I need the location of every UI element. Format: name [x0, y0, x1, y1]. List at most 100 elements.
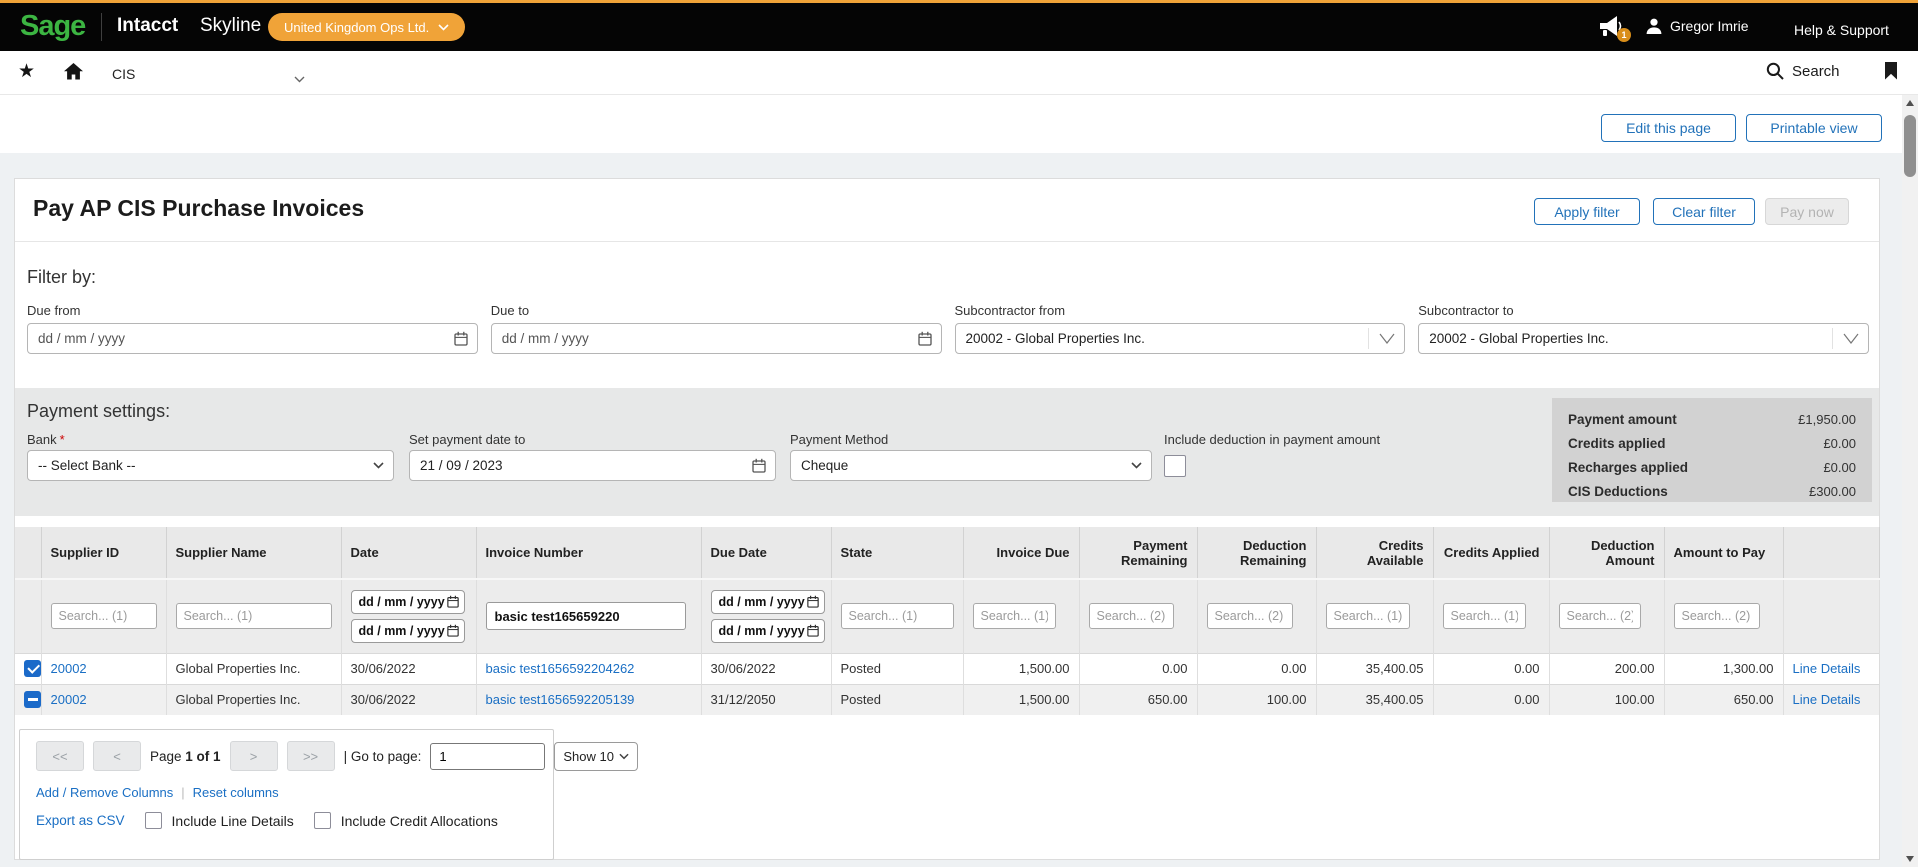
column-header-deduction-remaining[interactable]: Deduction Remaining: [1197, 527, 1316, 579]
due-to-date-input[interactable]: dd / mm / yyyy: [491, 323, 942, 354]
pagination-last-button[interactable]: >>: [287, 741, 335, 771]
filter-input-state[interactable]: [841, 603, 954, 629]
invoice-number-link[interactable]: basic test1656592204262: [486, 661, 635, 676]
bookmark-button[interactable]: [1884, 62, 1898, 85]
column-header-amount-to-pay[interactable]: Amount to Pay: [1664, 527, 1783, 579]
bank-select[interactable]: -- Select Bank --: [27, 450, 394, 481]
page-title: Pay AP CIS Purchase Invoices: [33, 195, 364, 222]
column-header-date[interactable]: Date: [341, 527, 476, 579]
scrollbar-thumb[interactable]: [1904, 115, 1916, 177]
filter-input-deduction-amount[interactable]: [1559, 603, 1641, 629]
add-remove-columns-link[interactable]: Add / Remove Columns: [36, 785, 173, 800]
page-actions-row: Edit this page Printable view: [0, 95, 1902, 153]
row-checkbox[interactable]: [24, 691, 41, 708]
subcontractor-to-select[interactable]: 20002 - Global Properties Inc.: [1418, 323, 1869, 354]
date-cell: 30/06/2022: [341, 653, 476, 684]
column-header-supplier-name[interactable]: Supplier Name: [166, 527, 341, 579]
pagination-next-button[interactable]: >: [230, 741, 278, 771]
calendar-icon: [447, 624, 459, 637]
summary-value: £300.00: [1809, 484, 1856, 499]
include-deduction-label: Include deduction in payment amount: [1164, 432, 1380, 447]
filter-input-payment-remaining[interactable]: [1089, 603, 1174, 629]
date-placeholder: dd / mm / yyyy: [38, 331, 125, 346]
home-icon: [64, 63, 83, 80]
company-name: United Kingdom Ops Ltd.: [284, 20, 429, 35]
column-header-credits-applied[interactable]: Credits Applied: [1433, 527, 1549, 579]
user-icon: [1645, 17, 1663, 35]
export-csv-link[interactable]: Export as CSV: [36, 813, 125, 828]
row-checkbox[interactable]: [24, 660, 41, 677]
company-selector[interactable]: United Kingdom Ops Ltd.: [268, 13, 465, 41]
column-header-state[interactable]: State: [831, 527, 963, 579]
notifications-button[interactable]: 1: [1597, 15, 1629, 41]
search-button[interactable]: Search: [1766, 62, 1840, 80]
divider: |: [181, 785, 184, 800]
pay-now-button[interactable]: Pay now: [1765, 198, 1849, 225]
subcontractor-from-select[interactable]: 20002 - Global Properties Inc.: [955, 323, 1406, 354]
clear-filter-button[interactable]: Clear filter: [1653, 198, 1755, 225]
scroll-up-button[interactable]: [1902, 95, 1918, 111]
topbar-divider: [101, 13, 102, 41]
goto-page-input[interactable]: [430, 743, 545, 770]
column-header-invoice-number[interactable]: Invoice Number: [476, 527, 701, 579]
show-count-select[interactable]: Show 10: [554, 742, 638, 771]
filter-input-supplier-name[interactable]: [176, 603, 332, 629]
filter-input-amount-to-pay[interactable]: [1674, 603, 1760, 629]
home-button[interactable]: [64, 63, 83, 85]
pagination-first-button[interactable]: <<: [36, 741, 84, 771]
summary-row: Recharges applied £0.00: [1568, 455, 1856, 479]
reset-columns-link[interactable]: Reset columns: [193, 785, 279, 800]
column-header-invoice-due[interactable]: Invoice Due: [963, 527, 1079, 579]
invoice-due-cell: 1,500.00: [963, 653, 1079, 684]
chevron-down-icon: [619, 753, 629, 760]
apply-filter-button[interactable]: Apply filter: [1534, 198, 1640, 225]
column-header-credits-available[interactable]: Credits Available: [1316, 527, 1433, 579]
help-support-link[interactable]: Help & Support: [1794, 22, 1889, 38]
vertical-scrollbar[interactable]: [1902, 95, 1918, 867]
column-header-payment-remaining[interactable]: Payment Remaining: [1079, 527, 1197, 579]
scroll-down-button[interactable]: [1902, 851, 1918, 867]
calendar-icon: [447, 595, 459, 608]
module-selector[interactable]: CIS: [112, 63, 312, 85]
credits-available-cell: 35,400.05: [1316, 653, 1433, 684]
supplier-name-cell: Global Properties Inc.: [166, 684, 341, 715]
divider: [15, 241, 1879, 242]
line-details-link[interactable]: Line Details: [1793, 661, 1861, 676]
due-date-cell: 31/12/2050: [701, 684, 831, 715]
filter-by-heading: Filter by:: [27, 267, 96, 288]
payment-method-select[interactable]: Cheque: [790, 450, 1152, 481]
summary-label: Payment amount: [1568, 412, 1677, 427]
payment-date-input[interactable]: 21 / 09 / 2023: [409, 450, 776, 481]
filter-input-invoice-number[interactable]: [486, 602, 686, 630]
export-row: Export as CSV Include Line Details Inclu…: [36, 812, 508, 829]
column-header-deduction-amount[interactable]: Deduction Amount: [1549, 527, 1664, 579]
user-menu[interactable]: Gregor Imrie: [1645, 17, 1749, 35]
include-deduction-checkbox[interactable]: [1164, 455, 1186, 477]
invoice-number-link[interactable]: basic test1656592205139: [486, 692, 635, 707]
edit-page-button[interactable]: Edit this page: [1601, 114, 1736, 142]
filter-due-from-input[interactable]: dd / mm / yyyy: [711, 590, 825, 614]
favorites-star-icon[interactable]: ★: [18, 60, 35, 83]
line-details-link[interactable]: Line Details: [1793, 692, 1861, 707]
filter-date-to-input[interactable]: dd / mm / yyyy: [351, 619, 465, 643]
filter-due-to-input[interactable]: dd / mm / yyyy: [711, 619, 825, 643]
filter-input-credits-available[interactable]: [1326, 603, 1410, 629]
supplier-id-link[interactable]: 20002: [51, 661, 87, 676]
calendar-icon: [807, 595, 819, 608]
filter-date-from-input[interactable]: dd / mm / yyyy: [351, 590, 465, 614]
module-label: CIS: [112, 66, 135, 82]
supplier-id-link[interactable]: 20002: [51, 692, 87, 707]
arrow-down-icon: [1906, 856, 1914, 862]
pagination-prev-button[interactable]: <: [93, 741, 141, 771]
due-from-date-input[interactable]: dd / mm / yyyy: [27, 323, 478, 354]
filter-input-invoice-due[interactable]: [973, 603, 1056, 629]
include-line-details-checkbox[interactable]: [145, 812, 162, 829]
deduction-amount-cell: 200.00: [1549, 653, 1664, 684]
include-credit-allocations-checkbox[interactable]: [314, 812, 331, 829]
filter-input-deduction-remaining[interactable]: [1207, 603, 1293, 629]
filter-input-credits-applied[interactable]: [1443, 603, 1526, 629]
printable-view-button[interactable]: Printable view: [1746, 114, 1882, 142]
column-header-due-date[interactable]: Due Date: [701, 527, 831, 579]
column-header-supplier-id[interactable]: Supplier ID: [41, 527, 166, 579]
filter-input-supplier-id[interactable]: [51, 603, 157, 629]
